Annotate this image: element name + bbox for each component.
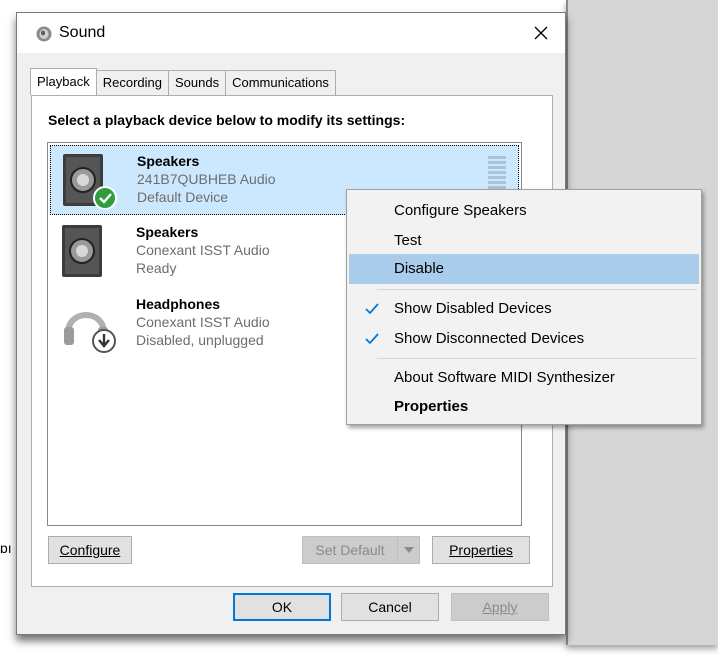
- menu-item-disable[interactable]: Disable: [349, 254, 699, 284]
- tab-communications[interactable]: Communications: [225, 70, 336, 95]
- apply-button-label: Apply: [482, 599, 518, 615]
- ok-button-label: OK: [271, 599, 293, 615]
- menu-item-label: Test: [394, 232, 422, 249]
- menu-item-label: About Software MIDI Synthesizer: [394, 369, 615, 386]
- chevron-down-icon: [403, 547, 414, 553]
- speaker-icon: [62, 225, 102, 277]
- check-icon: [365, 303, 379, 315]
- menu-item-label: Show Disabled Devices: [394, 300, 552, 317]
- properties-button[interactable]: Properties: [432, 536, 530, 564]
- device-status: Disabled, unplugged: [136, 332, 264, 348]
- device-name: Speakers: [136, 224, 199, 240]
- headphones-icon: [64, 312, 116, 353]
- close-icon: [534, 26, 548, 40]
- default-check-icon: [93, 186, 117, 210]
- configure-button[interactable]: Configure: [48, 536, 132, 564]
- menu-item-label: Show Disconnected Devices: [394, 330, 585, 347]
- menu-item-label: Disable: [394, 260, 445, 277]
- menu-separator: [377, 289, 697, 290]
- device-text: Headphones Conexant ISST Audio Disabled,…: [136, 295, 270, 349]
- tab-strip: Playback Recording Sounds Communications: [30, 68, 336, 95]
- set-default-button-label: Set Default: [315, 542, 385, 558]
- set-default-dropdown[interactable]: [397, 537, 419, 563]
- menu-item-show-disabled-devices[interactable]: Show Disabled Devices: [349, 294, 699, 324]
- menu-item-test[interactable]: Test: [349, 226, 699, 256]
- menu-item-properties[interactable]: Properties: [349, 392, 699, 422]
- device-context-menu: Configure Speakers Test Disable Show Dis…: [346, 189, 702, 425]
- check-icon: [365, 333, 379, 345]
- cancel-button-label: Cancel: [368, 599, 412, 615]
- ok-button[interactable]: OK: [233, 593, 331, 621]
- title-bar[interactable]: Sound: [17, 13, 565, 53]
- window-title: Sound: [59, 24, 106, 41]
- device-driver: Conexant ISST Audio: [136, 314, 270, 330]
- set-default-button[interactable]: Set Default: [302, 536, 420, 564]
- menu-item-configure-speakers[interactable]: Configure Speakers: [349, 196, 699, 226]
- device-text: Speakers 241B7QUBHEB Audio Default Devic…: [137, 152, 276, 206]
- sound-app-icon: [36, 26, 52, 42]
- device-driver: 241B7QUBHEB Audio: [137, 171, 276, 187]
- speaker-icon: [63, 154, 117, 210]
- device-name: Headphones: [136, 296, 221, 312]
- apply-button[interactable]: Apply: [451, 593, 549, 621]
- configure-button-label: Configure: [59, 542, 121, 558]
- menu-separator: [377, 358, 697, 359]
- device-text: Speakers Conexant ISST Audio Ready: [136, 223, 270, 277]
- menu-item-show-disconnected-devices[interactable]: Show Disconnected Devices: [349, 324, 699, 354]
- menu-item-label: Properties: [394, 398, 469, 415]
- properties-button-label: Properties: [449, 542, 513, 558]
- tab-sounds[interactable]: Sounds: [168, 70, 227, 95]
- device-status: Ready: [136, 260, 177, 276]
- device-driver: Conexant ISST Audio: [136, 242, 270, 258]
- cancel-button[interactable]: Cancel: [341, 593, 439, 621]
- menu-item-about-midi-synth[interactable]: About Software MIDI Synthesizer: [349, 363, 699, 393]
- menu-item-label: Configure Speakers: [394, 202, 527, 219]
- tab-playback[interactable]: Playback: [30, 68, 97, 95]
- close-button[interactable]: [523, 17, 559, 49]
- background-window-text-fragment: ɒı: [0, 540, 12, 556]
- device-status: Default Device: [137, 189, 229, 205]
- instruction-text: Select a playback device below to modify…: [48, 112, 406, 128]
- tab-recording[interactable]: Recording: [95, 70, 170, 95]
- device-name: Speakers: [137, 153, 200, 169]
